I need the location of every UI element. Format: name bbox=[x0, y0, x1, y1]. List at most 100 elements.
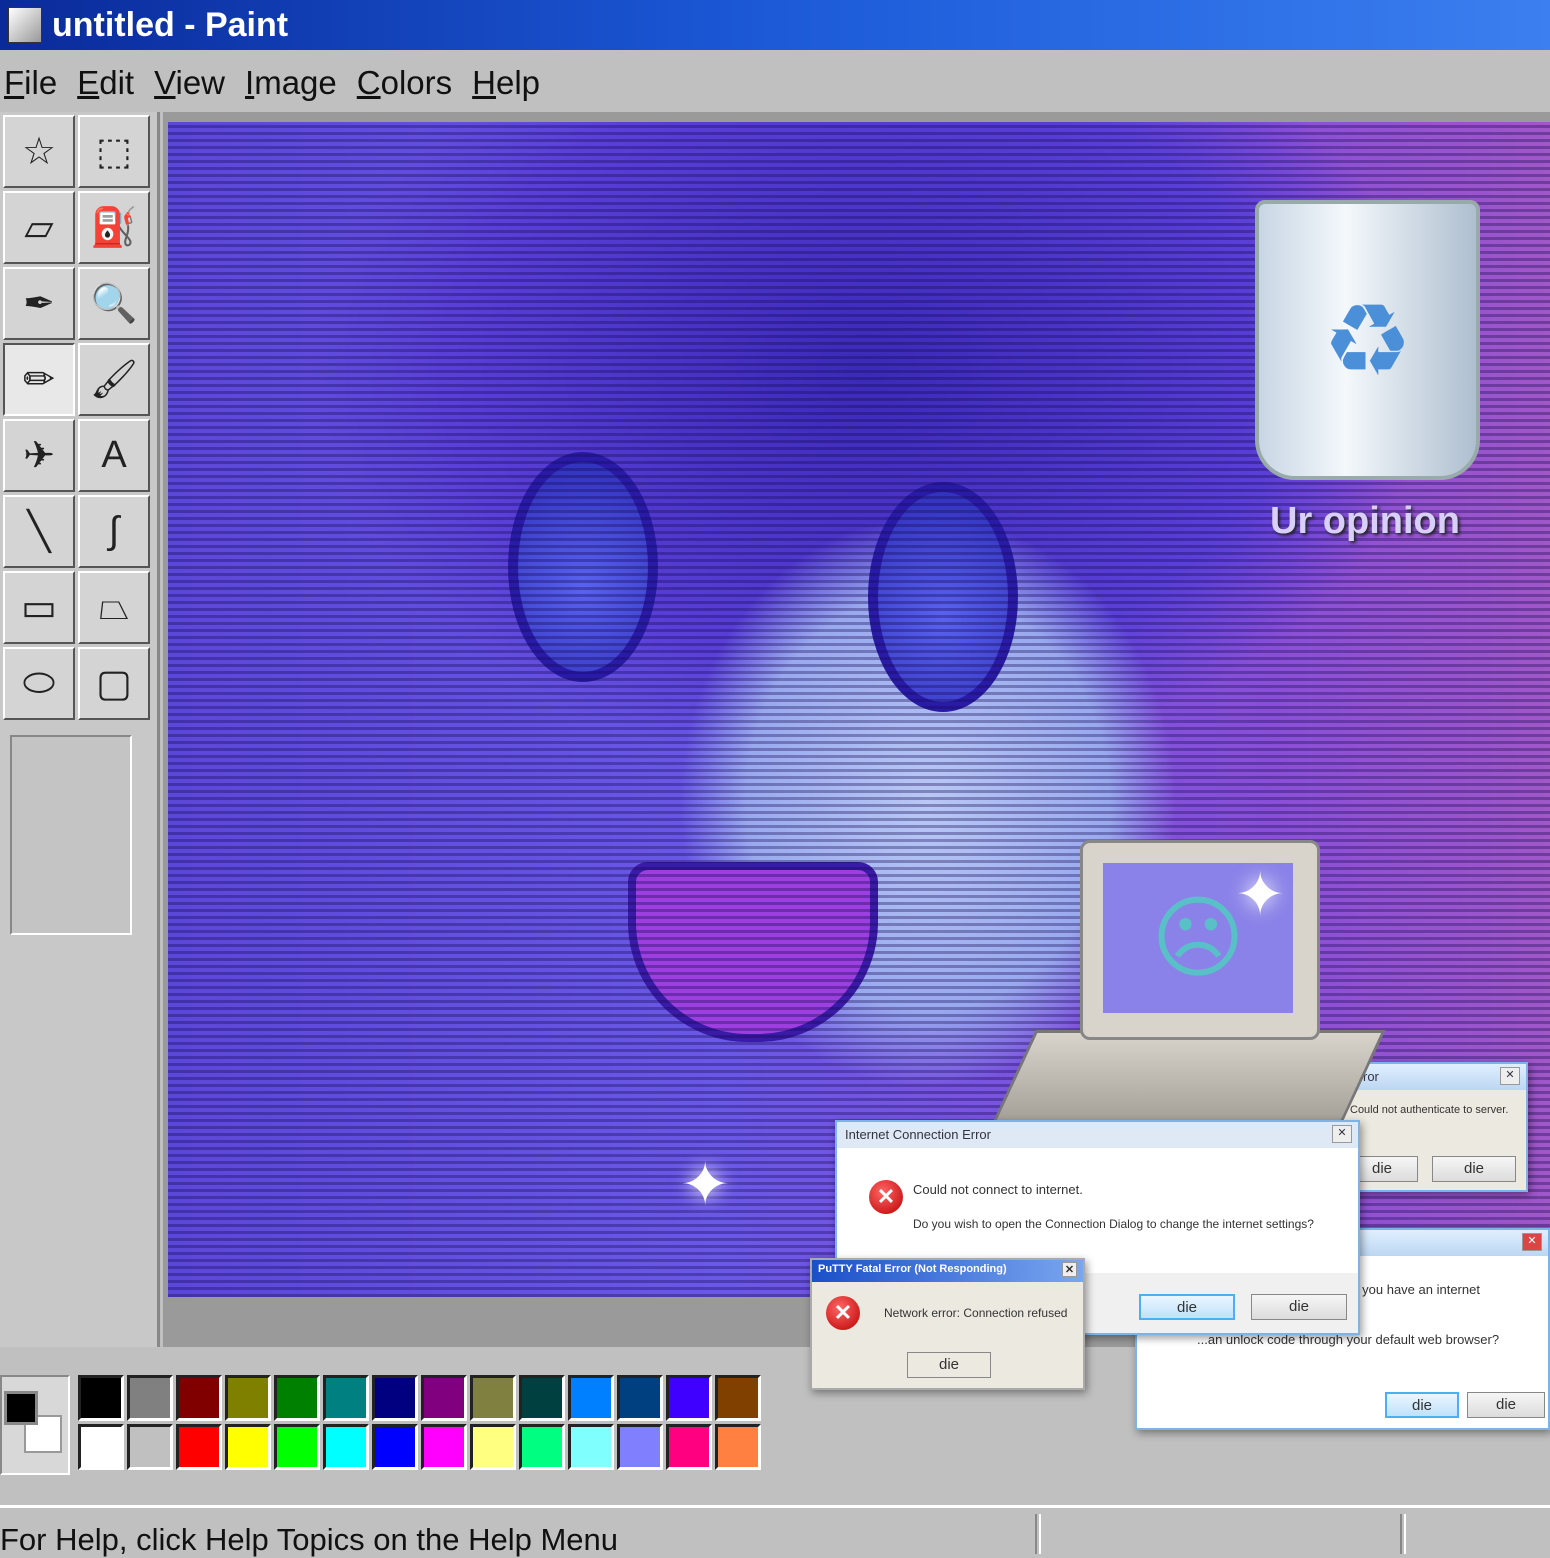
foreground-color-swatch[interactable] bbox=[4, 1391, 38, 1425]
menu-image[interactable]: Image bbox=[245, 64, 337, 102]
color-swatch[interactable] bbox=[715, 1375, 761, 1421]
tool-fill[interactable]: ⛽ bbox=[78, 191, 150, 264]
eraser-icon: ▱ bbox=[24, 207, 54, 249]
airbrush-icon: ✈ bbox=[23, 435, 55, 477]
tool-color-picker[interactable]: ✒ bbox=[3, 267, 75, 340]
tool-polygon[interactable]: ⏢ bbox=[78, 571, 150, 644]
color-swatch[interactable] bbox=[568, 1424, 614, 1470]
recycle-bin-icon[interactable]: ♻ bbox=[1255, 200, 1480, 480]
color-swatch[interactable] bbox=[617, 1375, 663, 1421]
tool-free-form-select[interactable]: ☆ bbox=[3, 115, 75, 188]
fill-icon: ⛽ bbox=[90, 206, 138, 249]
color-swatch[interactable] bbox=[372, 1375, 418, 1421]
color-swatch[interactable] bbox=[323, 1375, 369, 1421]
rect-select-icon: ⬚ bbox=[96, 131, 132, 173]
color-swatch[interactable] bbox=[176, 1424, 222, 1470]
color-swatch[interactable] bbox=[78, 1424, 124, 1470]
menu-edit[interactable]: Edit bbox=[77, 64, 134, 102]
menu-colors[interactable]: Colors bbox=[357, 64, 452, 102]
auth-error-dialog: Error ✕ Could not authenticate to server.… bbox=[1340, 1062, 1528, 1192]
tool-airbrush[interactable]: ✈ bbox=[3, 419, 75, 492]
color-swatch[interactable] bbox=[568, 1375, 614, 1421]
tool-magnifier[interactable]: 🔍 bbox=[78, 267, 150, 340]
dialog-title: PuTTY Fatal Error (Not Responding) bbox=[818, 1263, 1007, 1275]
dialog-titlebar: Internet Connection Error ✕ bbox=[837, 1122, 1358, 1148]
tool-ellipse[interactable]: ⬭ bbox=[3, 647, 75, 720]
tool-options-box[interactable] bbox=[10, 735, 132, 935]
color-swatch[interactable] bbox=[666, 1375, 712, 1421]
color-swatch[interactable] bbox=[127, 1424, 173, 1470]
color-swatch[interactable] bbox=[323, 1424, 369, 1470]
tool-line[interactable]: ╲ bbox=[3, 495, 75, 568]
color-swatch[interactable] bbox=[519, 1375, 565, 1421]
pencil-icon: ✏ bbox=[23, 359, 55, 401]
color-swatch[interactable] bbox=[666, 1424, 712, 1470]
ellipse-icon: ⬭ bbox=[22, 662, 56, 704]
die-button[interactable]: die bbox=[1385, 1392, 1459, 1418]
color-swatch[interactable] bbox=[470, 1424, 516, 1470]
color-swatch[interactable] bbox=[225, 1424, 271, 1470]
sparkle-icon: ✦ bbox=[1235, 861, 1286, 928]
menu-bar: File Edit View Image Colors Help bbox=[0, 55, 1550, 110]
die-button[interactable]: die bbox=[1251, 1294, 1347, 1320]
sparkle-icon: ✦ bbox=[680, 1151, 731, 1218]
dialog-message: Could not authenticate to server. bbox=[1350, 1104, 1509, 1116]
putty-fatal-error-dialog: PuTTY Fatal Error (Not Responding) ✕ ✕ Ne… bbox=[810, 1258, 1085, 1390]
color-swatch[interactable] bbox=[372, 1424, 418, 1470]
retro-computer-image: ☹ bbox=[984, 840, 1386, 1160]
close-icon[interactable]: ✕ bbox=[1500, 1067, 1520, 1085]
color-swatch[interactable] bbox=[225, 1375, 271, 1421]
magnifier-icon: 🔍 bbox=[90, 282, 138, 325]
close-icon[interactable]: ✕ bbox=[1062, 1262, 1077, 1277]
color-swatch[interactable] bbox=[421, 1424, 467, 1470]
close-icon[interactable]: ✕ bbox=[1332, 1125, 1352, 1143]
color-swatch[interactable] bbox=[127, 1375, 173, 1421]
dialog-message: Could not connect to internet. bbox=[913, 1182, 1083, 1197]
color-picker-icon: ✒ bbox=[23, 283, 55, 325]
line-icon: ╲ bbox=[27, 511, 51, 553]
die-button[interactable]: die bbox=[1432, 1156, 1516, 1182]
menu-view[interactable]: View bbox=[154, 64, 225, 102]
tool-eraser[interactable]: ▱ bbox=[3, 191, 75, 264]
die-button[interactable]: die bbox=[1467, 1392, 1545, 1418]
color-swatch[interactable] bbox=[78, 1375, 124, 1421]
color-swatch[interactable] bbox=[176, 1375, 222, 1421]
dialog-question: Do you wish to open the Connection Dialo… bbox=[913, 1217, 1314, 1231]
die-button[interactable]: die bbox=[1139, 1294, 1235, 1320]
toolbox: ☆ ⬚ ▱ ⛽ ✒ 🔍 ✏ 🖌 ✈ A ╲ ∫ ▭ ⏢ ⬭ ▢ bbox=[0, 112, 160, 1347]
status-divider bbox=[1400, 1514, 1406, 1554]
current-colors bbox=[0, 1375, 70, 1475]
menu-file[interactable]: File bbox=[4, 64, 57, 102]
curve-icon: ∫ bbox=[108, 510, 120, 552]
window-title: untitled - Paint bbox=[52, 5, 289, 44]
tool-curve[interactable]: ∫ bbox=[78, 495, 150, 568]
close-icon[interactable]: ✕ bbox=[1522, 1233, 1542, 1251]
dialog-titlebar: PuTTY Fatal Error (Not Responding) ✕ bbox=[812, 1260, 1083, 1282]
color-swatch[interactable] bbox=[617, 1424, 663, 1470]
brush-icon: 🖌 bbox=[89, 358, 139, 401]
die-button[interactable]: die bbox=[907, 1352, 991, 1378]
color-swatch[interactable] bbox=[274, 1375, 320, 1421]
color-swatch[interactable] bbox=[421, 1375, 467, 1421]
color-swatch[interactable] bbox=[519, 1424, 565, 1470]
tool-rect-select[interactable]: ⬚ bbox=[78, 115, 150, 188]
tool-text[interactable]: A bbox=[78, 419, 150, 492]
color-swatch[interactable] bbox=[715, 1424, 761, 1470]
tool-brush[interactable]: 🖌 bbox=[78, 343, 150, 416]
rectangle-icon: ▭ bbox=[21, 587, 57, 629]
dialog-title: Internet Connection Error bbox=[845, 1127, 991, 1142]
paint-app-icon bbox=[8, 7, 42, 43]
status-divider bbox=[1035, 1514, 1041, 1554]
color-palette bbox=[0, 1375, 761, 1475]
status-bar: For Help, click Help Topics on the Help … bbox=[0, 1505, 1550, 1557]
menu-help[interactable]: Help bbox=[472, 64, 540, 102]
recycle-bin-label[interactable]: Ur opinion bbox=[1270, 500, 1460, 543]
error-icon: ✕ bbox=[869, 1180, 903, 1214]
color-swatch[interactable] bbox=[470, 1375, 516, 1421]
color-swatch[interactable] bbox=[274, 1424, 320, 1470]
tool-pencil[interactable]: ✏ bbox=[3, 343, 75, 416]
tool-rectangle[interactable]: ▭ bbox=[3, 571, 75, 644]
tool-rounded-rect[interactable]: ▢ bbox=[78, 647, 150, 720]
free-form-select-icon: ☆ bbox=[21, 131, 57, 173]
dialog-titlebar: Error ✕ bbox=[1342, 1064, 1526, 1090]
